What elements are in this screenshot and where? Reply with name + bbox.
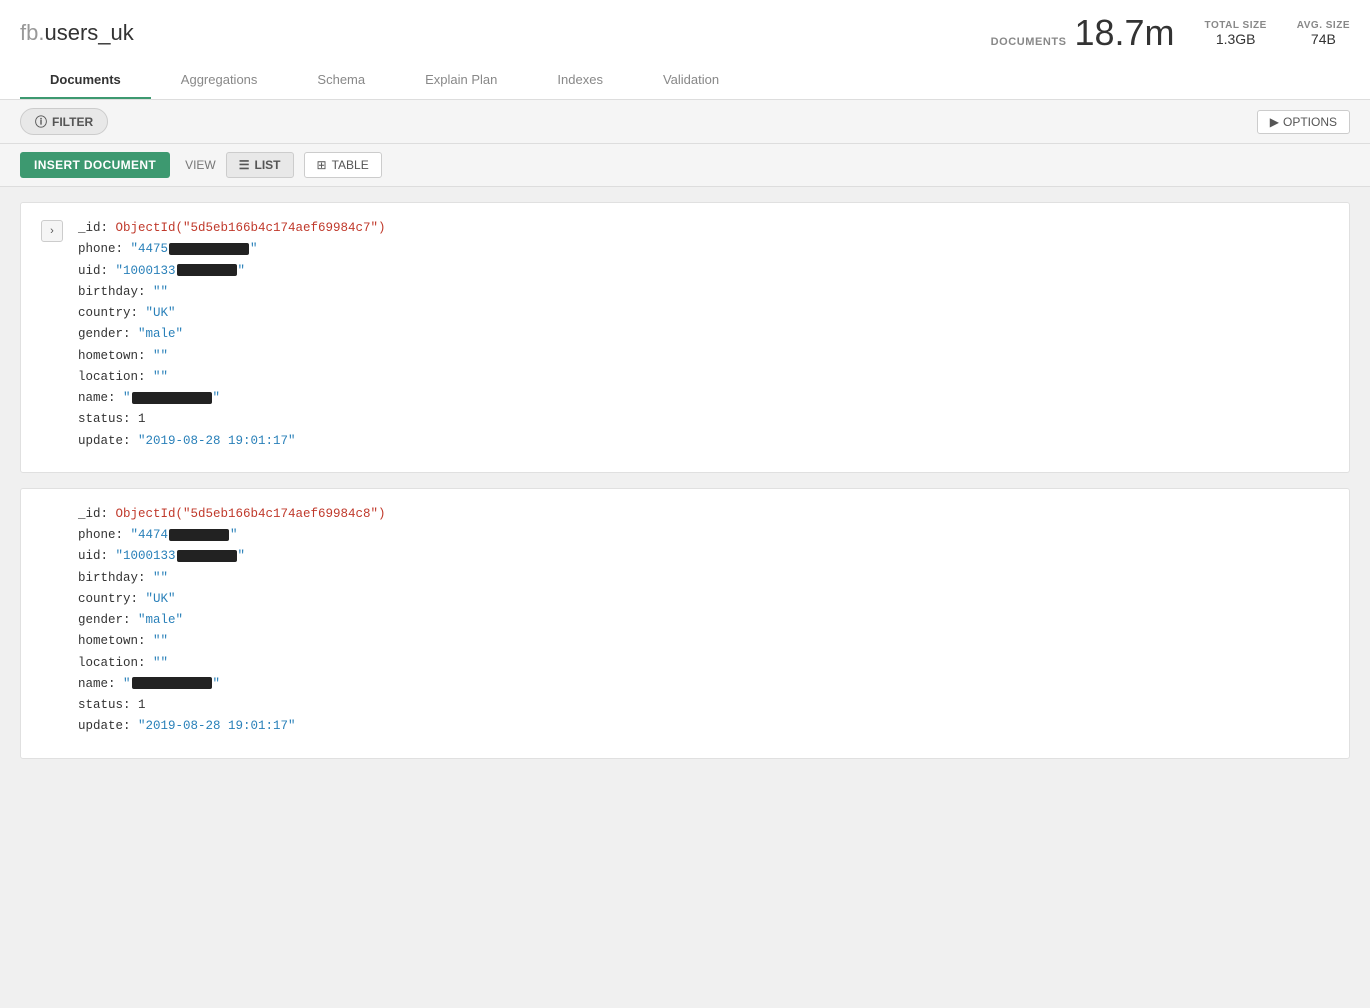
list-icon: ☰ (239, 158, 250, 172)
options-arrow-icon: ▶ (1270, 115, 1279, 129)
field-location: location: "" (78, 653, 386, 674)
title-row: fb.users_uk DOCUMENTS 18.7m TOTAL SIZE 1… (20, 0, 1350, 54)
field-update: update: "2019-08-28 19:01:17" (78, 716, 386, 737)
expand-button[interactable]: › (41, 220, 63, 242)
tab-schema[interactable]: Schema (287, 62, 395, 99)
field-status: status: 1 (78, 409, 386, 430)
collection-title: fb.users_uk (20, 20, 134, 46)
field-update: update: "2019-08-28 19:01:17" (78, 431, 386, 452)
tab-explain-plan[interactable]: Explain Plan (395, 62, 527, 99)
tab-documents[interactable]: Documents (20, 62, 151, 99)
field-uid: uid: "1000133 " (78, 261, 386, 282)
title-prefix: fb. (20, 20, 44, 45)
options-button[interactable]: ▶ OPTIONS (1257, 110, 1350, 134)
field-phone: phone: "4474 " (78, 525, 386, 546)
field-birthday: birthday: "" (78, 282, 386, 303)
field-name: name: " " (78, 388, 386, 409)
stats-area: DOCUMENTS 18.7m TOTAL SIZE 1.3GB AVG. SI… (991, 12, 1350, 54)
avg-size-value: 74B (1311, 31, 1336, 47)
view-label: VIEW (185, 158, 216, 172)
field-id: _id: ObjectId("5d5eb166b4c174aef69984c8"… (78, 504, 386, 525)
redacted-value (132, 392, 212, 404)
tab-validation[interactable]: Validation (633, 62, 749, 99)
table-icon: ⊞ (317, 158, 327, 172)
documents-label: DOCUMENTS (991, 36, 1067, 48)
avg-size-stat: AVG. SIZE 74B (1297, 20, 1350, 47)
doc-row: _id: ObjectId("5d5eb166b4c174aef69984c8"… (41, 504, 1329, 738)
title-name: users_uk (44, 20, 133, 45)
doc-fields: _id: ObjectId("5d5eb166b4c174aef69984c8"… (41, 504, 386, 738)
documents-stat: DOCUMENTS 18.7m (991, 12, 1175, 54)
redacted-value (169, 243, 249, 255)
table-view-button[interactable]: ⊞ TABLE (304, 152, 382, 178)
field-gender: gender: "male" (78, 324, 386, 345)
tabs-row: Documents Aggregations Schema Explain Pl… (20, 62, 1350, 99)
field-location: location: "" (78, 367, 386, 388)
total-size-value: 1.3GB (1216, 31, 1256, 47)
total-size-stat: TOTAL SIZE 1.3GB (1205, 20, 1267, 47)
document-card: _id: ObjectId("5d5eb166b4c174aef69984c8"… (20, 488, 1350, 759)
field-gender: gender: "male" (78, 610, 386, 631)
field-country: country: "UK" (78, 589, 386, 610)
doc-row: › _id: ObjectId("5d5eb166b4c174aef69984c… (41, 218, 1329, 452)
list-view-button[interactable]: ☰ LIST (226, 152, 294, 178)
filter-toolbar: ⓘ FILTER ▶ OPTIONS (0, 100, 1370, 144)
field-hometown: hometown: "" (78, 631, 386, 652)
tab-indexes[interactable]: Indexes (527, 62, 633, 99)
document-card: › _id: ObjectId("5d5eb166b4c174aef69984c… (20, 202, 1350, 473)
insert-document-button[interactable]: INSERT DOCUMENT (20, 152, 170, 178)
filter-label: FILTER (52, 115, 93, 129)
documents-value: 18.7m (1074, 12, 1174, 54)
list-label: LIST (255, 158, 281, 172)
field-birthday: birthday: "" (78, 568, 386, 589)
options-label: OPTIONS (1283, 115, 1337, 129)
filter-info-icon: ⓘ (35, 113, 47, 130)
field-uid: uid: "1000133 " (78, 546, 386, 567)
field-id: _id: ObjectId("5d5eb166b4c174aef69984c7"… (78, 218, 386, 239)
filter-button[interactable]: ⓘ FILTER (20, 108, 108, 135)
field-country: country: "UK" (78, 303, 386, 324)
avg-size-label: AVG. SIZE (1297, 20, 1350, 31)
field-hometown: hometown: "" (78, 346, 386, 367)
content-area: › _id: ObjectId("5d5eb166b4c174aef69984c… (0, 187, 1370, 887)
field-status: status: 1 (78, 695, 386, 716)
redacted-value (177, 550, 237, 562)
table-label: TABLE (332, 158, 369, 172)
action-bar: INSERT DOCUMENT VIEW ☰ LIST ⊞ TABLE (0, 144, 1370, 187)
redacted-value (169, 529, 229, 541)
doc-fields: _id: ObjectId("5d5eb166b4c174aef69984c7"… (78, 218, 386, 452)
redacted-value (132, 677, 212, 689)
redacted-value (177, 264, 237, 276)
tab-aggregations[interactable]: Aggregations (151, 62, 288, 99)
app-header: fb.users_uk DOCUMENTS 18.7m TOTAL SIZE 1… (0, 0, 1370, 100)
total-size-label: TOTAL SIZE (1205, 20, 1267, 31)
field-phone: phone: "4475 " (78, 239, 386, 260)
field-name: name: " " (78, 674, 386, 695)
